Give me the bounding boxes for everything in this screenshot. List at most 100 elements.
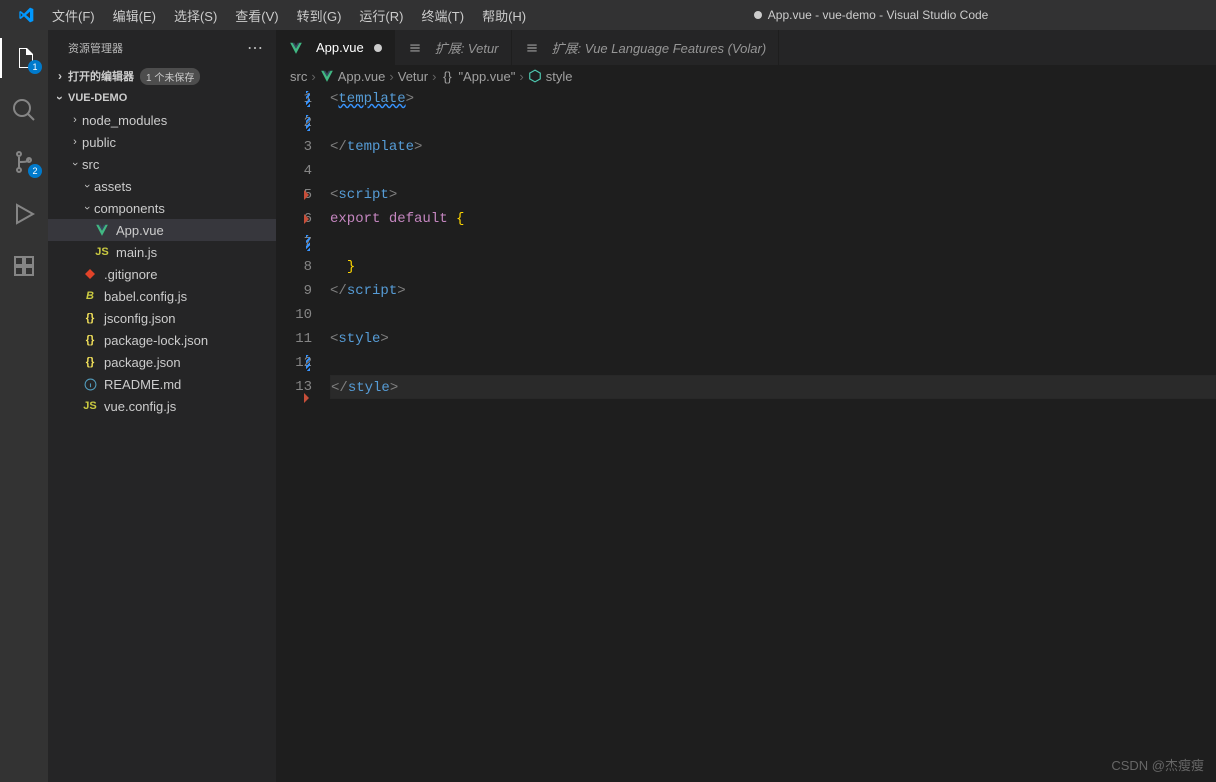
tree-item-babel-config-js[interactable]: Bbabel.config.js xyxy=(48,285,276,307)
search-icon xyxy=(12,98,36,122)
activity-extensions[interactable] xyxy=(0,246,48,286)
line-number: 4 xyxy=(276,159,312,183)
tree-item-package-lock-json[interactable]: {} package-lock.json xyxy=(48,329,276,351)
crumb-appvue[interactable]: "App.vue" xyxy=(458,69,515,84)
chevron-down-icon: › xyxy=(81,201,93,215)
line-number: 11 xyxy=(276,327,312,351)
activity-debug[interactable] xyxy=(0,194,48,234)
tree-item-label: jsconfig.json xyxy=(104,311,176,326)
tree-item-App-vue[interactable]: App.vue xyxy=(48,219,276,241)
code-content[interactable]: <template> </template> <script>export de… xyxy=(330,87,1216,782)
tree-item-label: assets xyxy=(94,179,132,194)
line-number: 13 xyxy=(276,375,312,399)
menu-go[interactable]: 转到(G) xyxy=(289,2,350,29)
tab-label: App.vue xyxy=(316,40,364,55)
chevron-right-icon: › xyxy=(68,136,82,148)
json-icon: {} xyxy=(82,332,98,348)
tree-item-label: components xyxy=(94,201,165,216)
chevron-down-icon: › xyxy=(69,157,81,171)
activity-bar: 1 2 xyxy=(0,30,48,782)
code-line[interactable]: export default { xyxy=(330,207,1216,231)
line-number: 12 xyxy=(276,351,312,375)
open-editors-label: 打开的编辑器 xyxy=(68,68,134,84)
tree-item-label: public xyxy=(82,135,116,150)
line-number: 9 xyxy=(276,279,312,303)
menu-run[interactable]: 运行(R) xyxy=(351,2,411,29)
scm-badge: 2 xyxy=(28,164,42,178)
tree-item-components[interactable]: ›components xyxy=(48,197,276,219)
json-icon: {} xyxy=(82,310,98,326)
braces-icon: {} xyxy=(440,69,454,83)
open-editors-section[interactable]: › 打开的编辑器 1 个未保存 xyxy=(48,65,276,87)
line-number: 3 xyxy=(276,135,312,159)
tree-item-label: vue.config.js xyxy=(104,399,176,414)
menu-view[interactable]: 查看(V) xyxy=(227,2,286,29)
chevron-right-icon: › xyxy=(311,69,315,84)
tree-item-package-json[interactable]: {}package.json xyxy=(48,351,276,373)
dirty-indicator-icon xyxy=(374,44,382,52)
vscode-logo-icon xyxy=(18,7,34,23)
tree-item-vue-config-js[interactable]: JSvue.config.js xyxy=(48,395,276,417)
breadcrumbs[interactable]: src › App.vue › Vetur › {} "App.vue" › s… xyxy=(276,65,1216,87)
activity-explorer[interactable]: 1 xyxy=(0,38,48,78)
tree-item-src[interactable]: ›src xyxy=(48,153,276,175)
chevron-right-icon: › xyxy=(432,69,436,84)
menu-selection[interactable]: 选择(S) xyxy=(166,2,225,29)
code-line[interactable]: } xyxy=(330,255,1216,279)
tree-item-main-js[interactable]: JSmain.js xyxy=(48,241,276,263)
sidebar-header: 资源管理器 ⋯ xyxy=(48,30,276,65)
tree-item-jsconfig-json[interactable]: {} jsconfig.json xyxy=(48,307,276,329)
line-number: 2 xyxy=(276,111,312,135)
code-line[interactable] xyxy=(330,111,1216,135)
code-line[interactable] xyxy=(330,231,1216,255)
menu-help[interactable]: 帮助(H) xyxy=(474,2,534,29)
title-bar: 文件(F) 编辑(E) 选择(S) 查看(V) 转到(G) 运行(R) 终端(T… xyxy=(0,0,1216,30)
activity-search[interactable] xyxy=(0,90,48,130)
tree-item-label: main.js xyxy=(116,245,157,260)
code-editor[interactable]: 12345678910111213 <template> </template>… xyxy=(276,87,1216,782)
code-line[interactable] xyxy=(330,351,1216,375)
code-line[interactable]: </script> xyxy=(330,279,1216,303)
tree-item-label: package.json xyxy=(104,355,181,370)
tree-item-README-md[interactable]: README.md xyxy=(48,373,276,395)
chevron-right-icon: › xyxy=(389,69,393,84)
extensions-icon xyxy=(12,254,36,278)
code-line[interactable]: </template> xyxy=(330,135,1216,159)
crumb-vetur[interactable]: Vetur xyxy=(398,69,428,84)
activity-scm[interactable]: 2 xyxy=(0,142,48,182)
extension-icon xyxy=(407,40,423,56)
info-icon xyxy=(82,376,98,392)
vue-icon xyxy=(94,222,110,238)
crumb-style[interactable]: style xyxy=(546,69,573,84)
sidebar-more-icon[interactable]: ⋯ xyxy=(247,38,264,58)
tab-1[interactable]: 扩展: Vetur xyxy=(395,30,512,65)
debug-icon xyxy=(12,202,36,226)
line-number: 6 xyxy=(276,207,312,231)
tree-item-node-modules[interactable]: ›node_modules xyxy=(48,109,276,131)
code-line[interactable] xyxy=(330,303,1216,327)
crumb-file[interactable]: App.vue xyxy=(338,69,386,84)
tree-item-label: src xyxy=(82,157,99,172)
tree-item-label: App.vue xyxy=(116,223,164,238)
vue-icon xyxy=(320,69,334,83)
tab-0[interactable]: App.vue xyxy=(276,30,395,65)
code-line[interactable]: <style> xyxy=(330,327,1216,351)
tree-item-label: .gitignore xyxy=(104,267,157,282)
tree-item-assets[interactable]: ›assets xyxy=(48,175,276,197)
tree-item--gitignore[interactable]: .gitignore xyxy=(48,263,276,285)
editor-group: App.vue 扩展: Vetur扩展: Vue Language Feature… xyxy=(276,30,1216,782)
tree-item-public[interactable]: ›public xyxy=(48,131,276,153)
tab-2[interactable]: 扩展: Vue Language Features (Volar) xyxy=(512,30,780,65)
chevron-down-icon: › xyxy=(81,179,93,193)
extension-icon xyxy=(524,40,540,56)
menu-terminal[interactable]: 终端(T) xyxy=(413,2,472,29)
code-line[interactable]: <script> xyxy=(330,183,1216,207)
code-line[interactable] xyxy=(330,159,1216,183)
menu-file[interactable]: 文件(F) xyxy=(44,2,103,29)
crumb-src[interactable]: src xyxy=(290,69,307,84)
code-line[interactable]: <template> xyxy=(330,87,1216,111)
code-line[interactable]: </style> xyxy=(330,375,1216,399)
project-root-section[interactable]: › VUE-DEMO xyxy=(48,87,276,109)
tree-item-label: package-lock.json xyxy=(104,333,208,348)
menu-edit[interactable]: 编辑(E) xyxy=(105,2,164,29)
